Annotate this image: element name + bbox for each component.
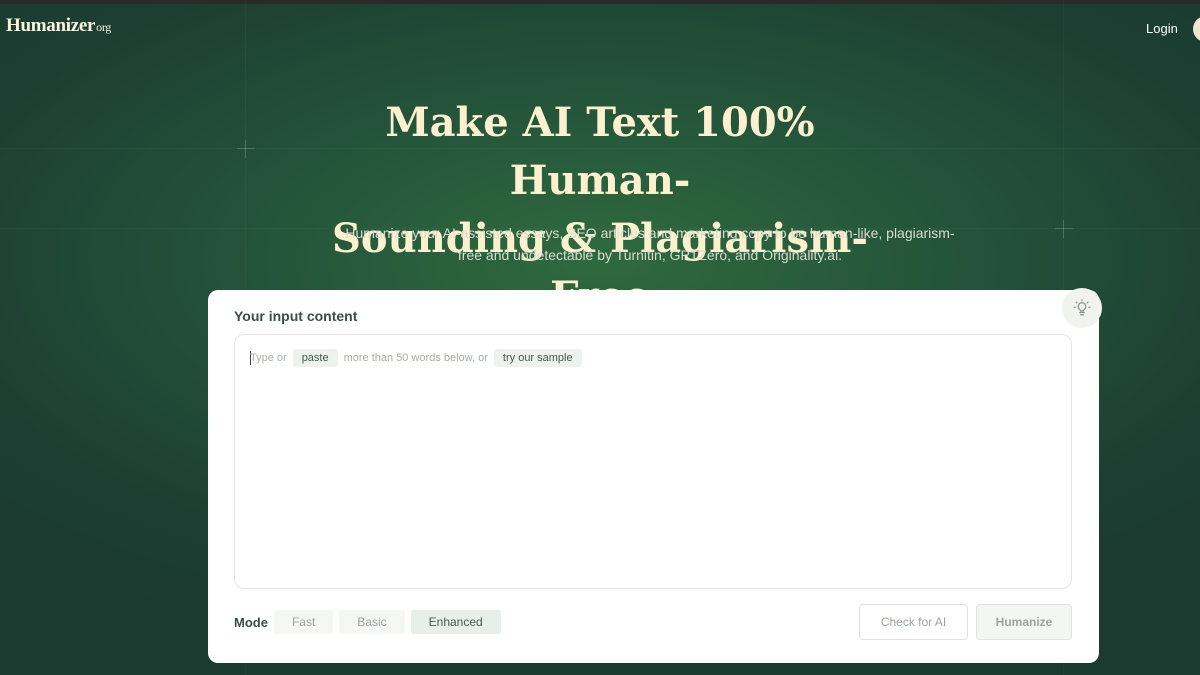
tip-button[interactable] (1062, 288, 1102, 328)
logo-suffix: org (96, 20, 112, 34)
avatar[interactable] (1193, 16, 1200, 42)
input-hint: Type or paste more than 50 words below, … (250, 349, 588, 367)
hint-middle: more than 50 words below, or (343, 352, 488, 364)
mode-fast-button[interactable]: Fast (273, 610, 334, 634)
plus-decoration-icon (1055, 220, 1073, 238)
hero-subtitle-line: free and undetectable by Turnitin, GPTZe… (457, 247, 843, 263)
hero-subtitle: Humanize your AI-assisted essays, SEO ar… (330, 222, 970, 266)
plus-decoration-icon (237, 140, 255, 158)
logo-main: Humanizer (6, 15, 96, 36)
input-textarea[interactable]: Type or paste more than 50 words below, … (234, 334, 1072, 589)
mode-basic-button[interactable]: Basic (339, 610, 405, 634)
humanize-button[interactable]: Humanize (976, 604, 1072, 640)
top-strip (0, 0, 1200, 4)
hero-subtitle-line: Humanize your AI-assisted essays, SEO ar… (345, 225, 955, 241)
login-link[interactable]: Login (1146, 21, 1178, 36)
lightbulb-icon (1073, 299, 1091, 316)
paste-button[interactable]: paste (292, 349, 338, 367)
mode-label: Mode (234, 614, 268, 630)
hero-title-line: Make AI Text 100% Human- (385, 99, 815, 204)
check-for-ai-button[interactable]: Check for AI (859, 604, 968, 640)
try-sample-button[interactable]: try our sample (493, 349, 582, 367)
mode-selector: Mode Fast Basic Enhanced (234, 610, 507, 634)
input-card: Your input content Type or paste more th… (208, 290, 1099, 663)
mode-enhanced-button[interactable]: Enhanced (410, 610, 501, 634)
logo[interactable]: Humanizerorg (6, 15, 111, 37)
input-label: Your input content (234, 308, 358, 324)
hint-prefix: Type or (250, 352, 287, 364)
